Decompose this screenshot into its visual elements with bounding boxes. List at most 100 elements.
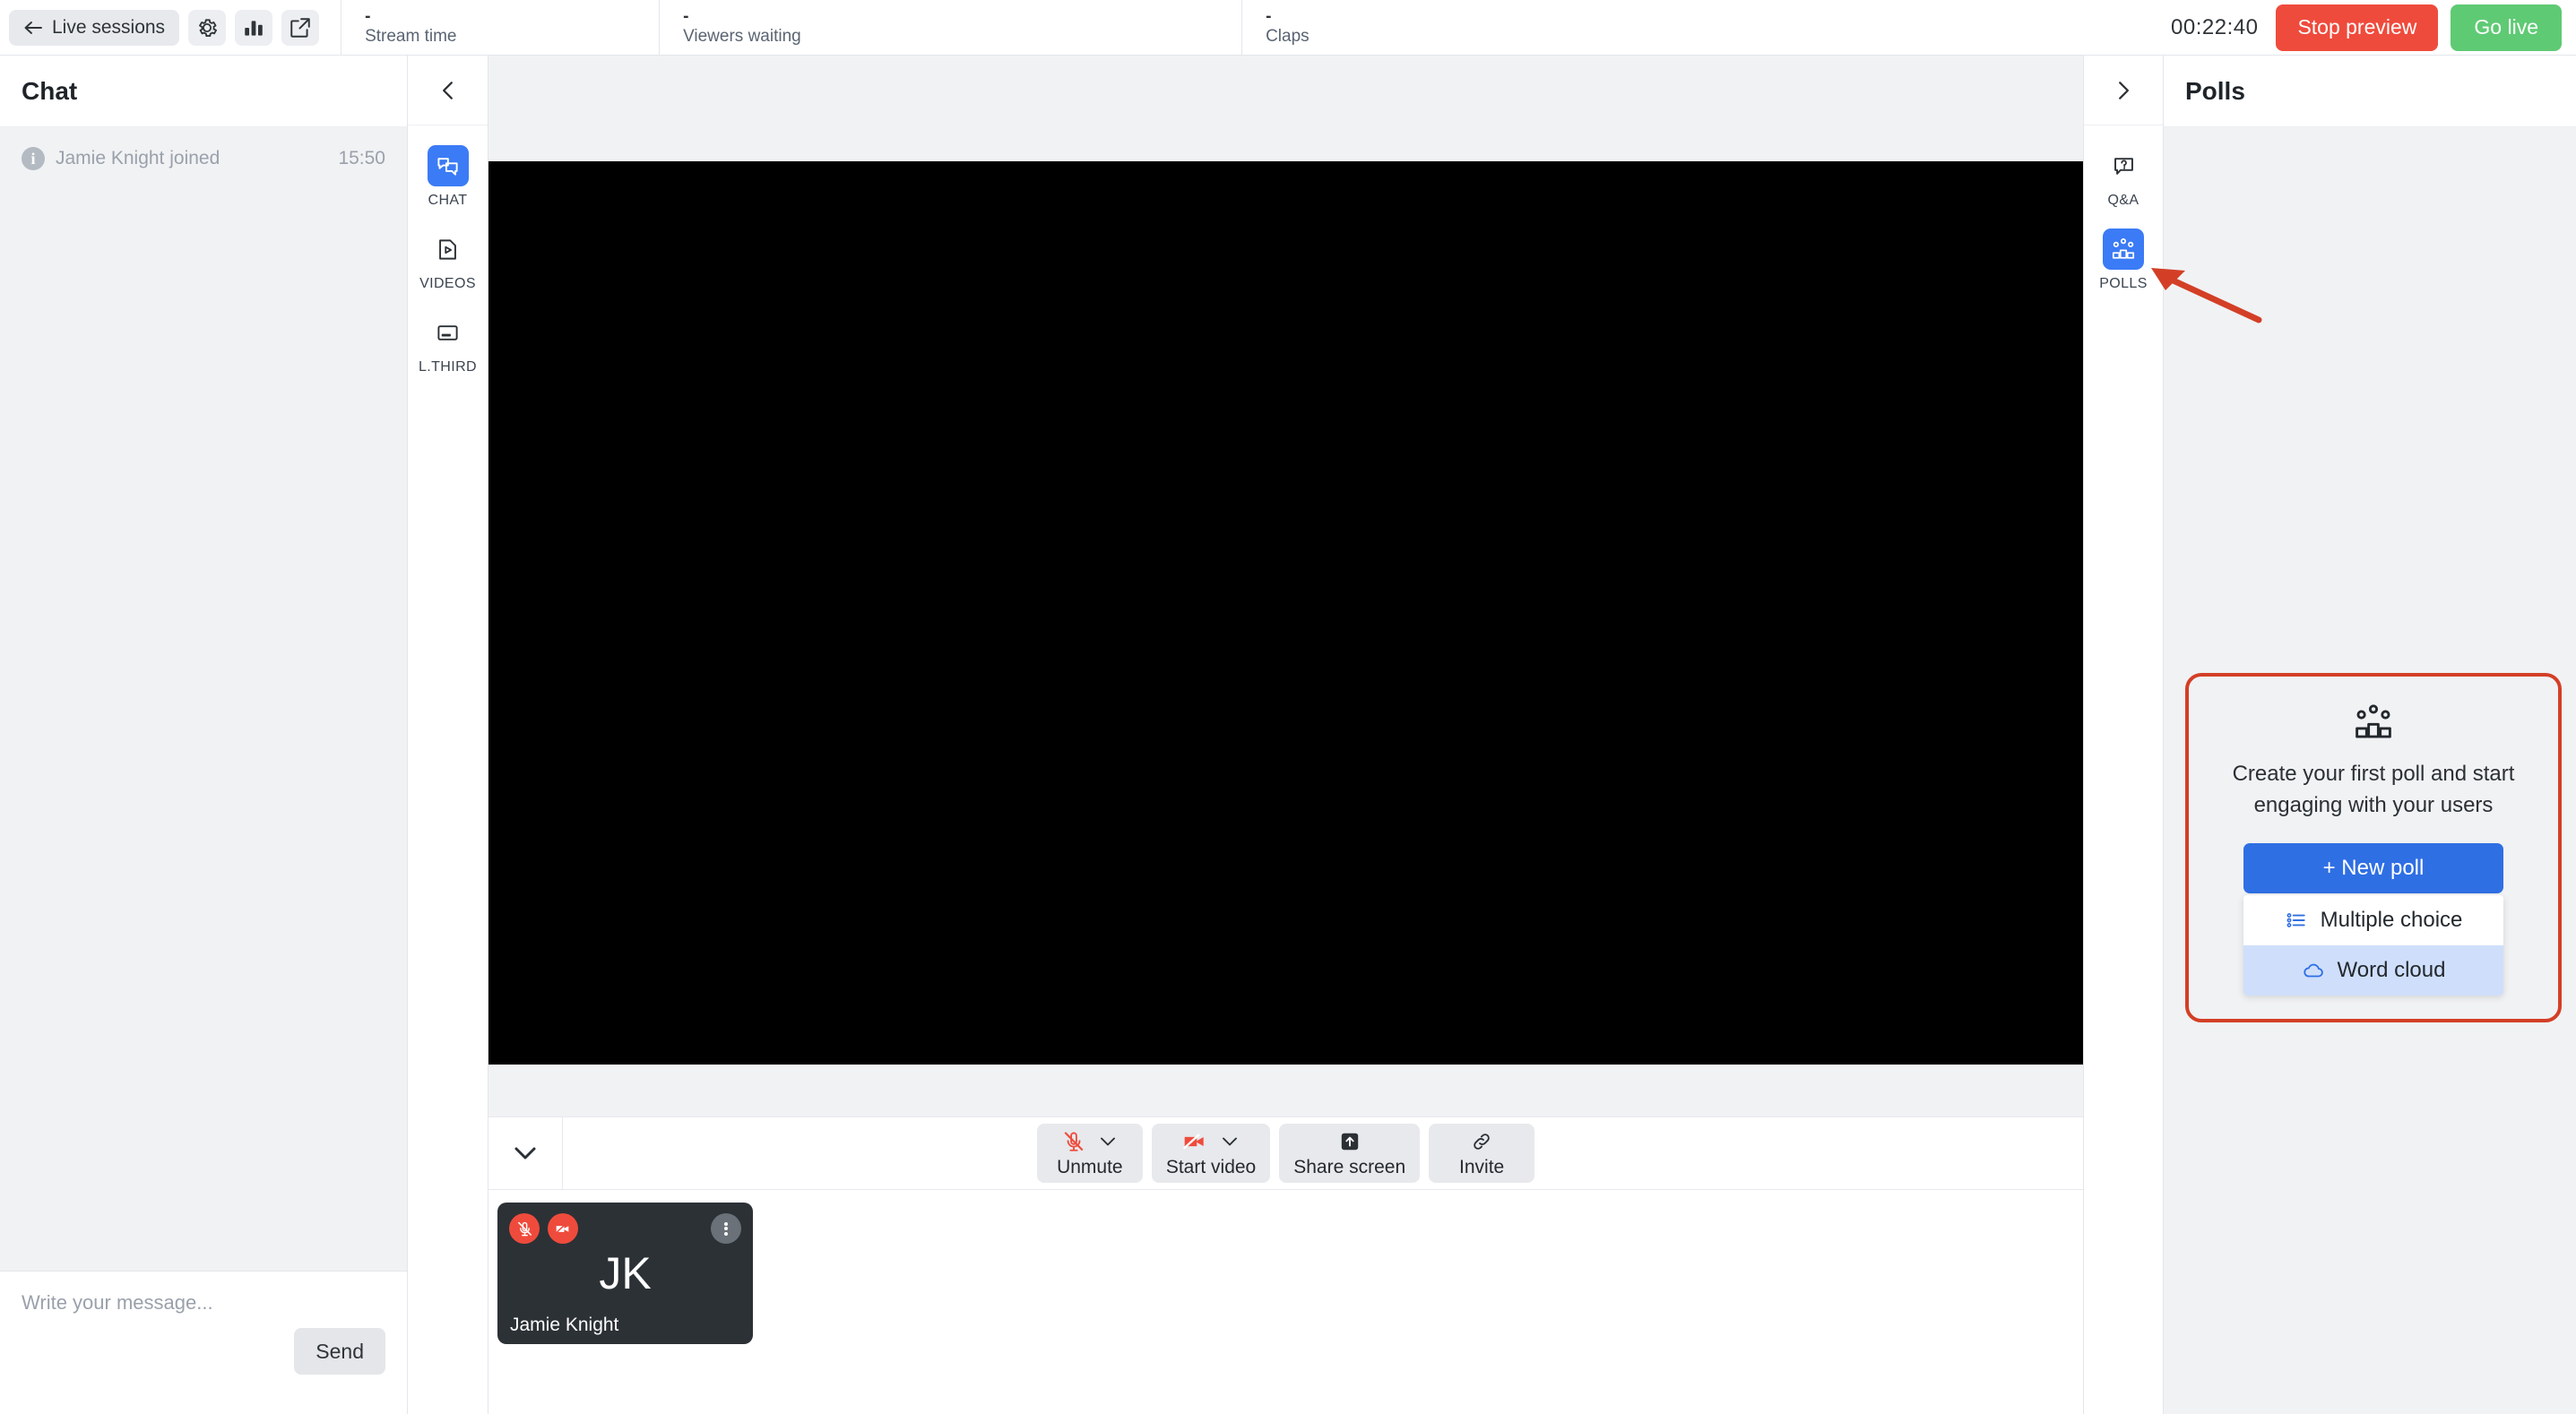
chevron-right-icon [2112, 77, 2135, 104]
menu-item-multiple-choice[interactable]: Multiple choice [2243, 895, 2503, 945]
chevron-left-icon [437, 77, 460, 104]
unmute-button[interactable]: Unmute [1037, 1124, 1143, 1183]
stat-claps-value: - [1266, 8, 1824, 28]
new-poll-button[interactable]: + New poll [2243, 843, 2503, 893]
right-tool-rail: Q&A POLLS [2083, 56, 2164, 1414]
unmute-button-iconrow [1062, 1128, 1118, 1155]
chat-panel-title: Chat [22, 77, 77, 106]
chevron-down-icon [512, 1144, 539, 1162]
podium-people-icon [2103, 228, 2144, 270]
polls-panel-header: Polls [2164, 56, 2576, 127]
collapse-left-panel-button[interactable] [408, 56, 488, 125]
chat-panel: Chat i Jamie Knight joined 15:50 Send [0, 56, 408, 1414]
chevron-down-icon [1098, 1135, 1118, 1148]
sidebar-item-videos[interactable]: VIDEOS [408, 228, 488, 292]
stat-stream-time-label: Stream time [365, 28, 659, 47]
stat-viewers-waiting-label: Viewers waiting [683, 28, 1241, 47]
start-video-button-label: Start video [1166, 1157, 1256, 1178]
sidebar-item-lower-third[interactable]: L.THIRD [408, 312, 488, 375]
topbar-right-group: 00:22:40 Stop preview Go live [2171, 4, 2576, 51]
mic-muted-icon [1062, 1130, 1085, 1153]
stat-stream-time-value: - [365, 8, 659, 28]
more-vertical-icon[interactable] [711, 1213, 741, 1244]
sidebar-item-chat-label: CHAT [428, 193, 468, 209]
main-video-preview[interactable] [488, 161, 2083, 1065]
settings-button[interactable] [188, 10, 226, 46]
topbar-left-group: Live sessions [0, 10, 319, 46]
chat-system-message-time: 15:50 [338, 148, 385, 169]
session-timer: 00:22:40 [2171, 15, 2258, 40]
sidebar-item-lower-third-label: L.THIRD [419, 359, 477, 375]
polls-panel-title: Polls [2185, 77, 2245, 106]
polls-panel-body: Create your first poll and start engagin… [2164, 127, 2576, 1414]
go-live-button[interactable]: Go live [2451, 4, 2562, 51]
participant-tiles-strip: JK Jamie Knight [488, 1190, 2083, 1414]
invite-button-iconrow [1469, 1128, 1494, 1155]
stat-viewers-waiting: - Viewers waiting [659, 0, 1241, 56]
info-icon: i [22, 147, 45, 170]
camera-off-icon [1182, 1130, 1207, 1153]
stat-viewers-waiting-value: - [683, 8, 1241, 28]
media-controls-group: Unmute Start video [563, 1124, 2009, 1183]
participant-name: Jamie Knight [510, 1315, 618, 1336]
mic-muted-icon [509, 1213, 540, 1244]
podium-people-icon [2210, 702, 2537, 743]
invite-button-label: Invite [1459, 1157, 1504, 1178]
chat-system-message-text: Jamie Knight joined [56, 148, 327, 169]
menu-item-word-cloud-label: Word cloud [2338, 958, 2446, 983]
sidebar-item-qa[interactable]: Q&A [2084, 145, 2163, 209]
left-tool-rail: CHAT VIDEOS L.THIRD [408, 56, 488, 1414]
analytics-button[interactable] [235, 10, 272, 46]
menu-item-multiple-choice-label: Multiple choice [2321, 908, 2463, 933]
unmute-button-label: Unmute [1057, 1157, 1123, 1178]
lower-third-icon [428, 312, 469, 353]
new-poll-type-menu: Multiple choice Word cloud [2243, 895, 2503, 996]
chat-panel-header: Chat [0, 56, 407, 127]
share-screen-button-iconrow [1338, 1128, 1361, 1155]
invite-button[interactable]: Invite [1429, 1124, 1534, 1183]
polls-empty-state-text: Create your first poll and start engagin… [2210, 759, 2537, 822]
open-external-button[interactable] [281, 10, 319, 46]
sidebar-item-polls[interactable]: POLLS [2084, 228, 2163, 292]
stat-claps-label: Claps [1266, 28, 1824, 47]
polls-panel: Polls Create your first poll and start e… [2164, 56, 2576, 1414]
start-video-button[interactable]: Start video [1152, 1124, 1270, 1183]
participant-tile[interactable]: JK Jamie Knight [497, 1203, 753, 1344]
stage-area: Unmute Start video [488, 56, 2083, 1414]
chevron-down-icon [1220, 1135, 1240, 1148]
share-screen-button-label: Share screen [1293, 1157, 1405, 1178]
sidebar-item-qa-label: Q&A [2108, 193, 2139, 209]
share-screen-icon [1338, 1130, 1361, 1153]
stop-preview-button[interactable]: Stop preview [2276, 4, 2438, 51]
chat-bubbles-icon [428, 145, 469, 186]
share-screen-button[interactable]: Share screen [1279, 1124, 1420, 1183]
avatar: JK [497, 1247, 753, 1299]
list-bullets-icon [2285, 909, 2308, 932]
stat-claps: - Claps [1241, 0, 1824, 56]
live-studio-app: Live sessions [0, 0, 2576, 1414]
stat-stream-time: - Stream time [341, 0, 659, 56]
chat-message-list[interactable]: i Jamie Knight joined 15:50 [0, 127, 407, 1271]
sidebar-item-polls-label: POLLS [2099, 276, 2148, 292]
back-to-live-sessions-button[interactable]: Live sessions [9, 10, 179, 46]
list-item: i Jamie Knight joined 15:50 [0, 127, 407, 170]
stage-control-bar: Unmute Start video [488, 1117, 2083, 1190]
arrow-left-icon [23, 20, 43, 36]
analytics-bars-icon [242, 16, 265, 39]
sidebar-item-chat[interactable]: CHAT [408, 145, 488, 209]
question-bubble-icon [2103, 145, 2144, 186]
gear-icon [195, 16, 219, 39]
collapse-tiles-button[interactable] [488, 1117, 563, 1190]
camera-off-icon [548, 1213, 578, 1244]
send-message-button[interactable]: Send [294, 1328, 385, 1375]
start-video-button-iconrow [1182, 1128, 1240, 1155]
link-icon [1469, 1130, 1494, 1153]
polls-empty-state: Create your first poll and start engagin… [2185, 673, 2562, 1022]
video-file-icon [428, 228, 469, 270]
menu-item-word-cloud[interactable]: Word cloud [2243, 945, 2503, 996]
more-dots [724, 1220, 728, 1237]
chat-message-input[interactable] [22, 1291, 385, 1315]
external-link-icon [289, 16, 312, 39]
collapse-right-panel-button[interactable] [2084, 56, 2163, 125]
chat-compose-area: Send [0, 1271, 407, 1414]
